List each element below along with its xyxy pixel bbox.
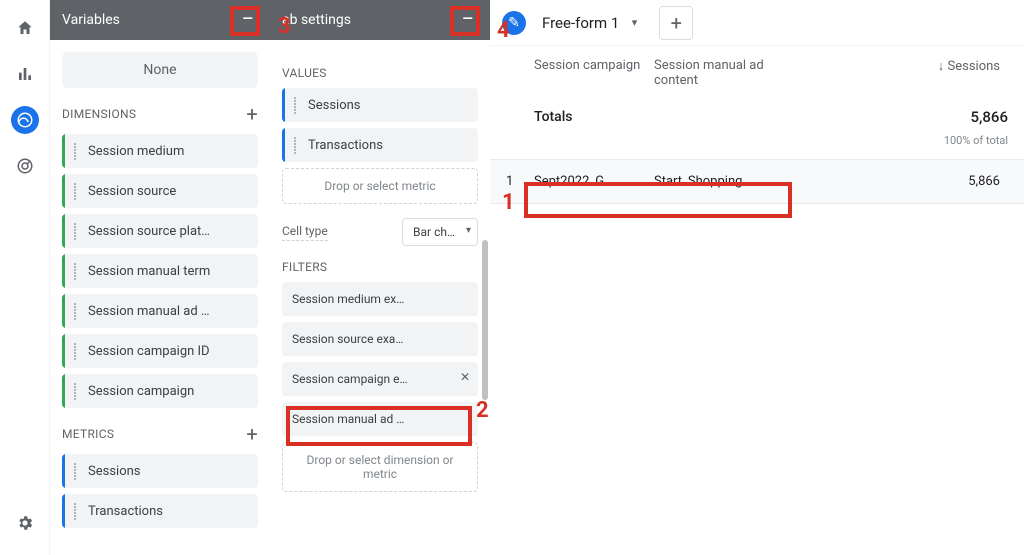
values-drop-zone[interactable]: Drop or select metric xyxy=(282,168,478,204)
column-session-manual-ad-content[interactable]: Session manual ad content xyxy=(654,58,804,88)
row-campaign: Sept2022_G… xyxy=(534,174,654,189)
add-tab-button[interactable]: + xyxy=(659,6,693,40)
dimension-chip[interactable]: Session manual ad … xyxy=(62,294,258,328)
filter-chip[interactable]: Session medium ex… xyxy=(282,282,478,316)
cell-type-label: Cell type xyxy=(282,224,328,241)
scrollbar[interactable] xyxy=(482,40,488,555)
home-icon[interactable] xyxy=(11,14,39,42)
dimension-chip[interactable]: Session campaign xyxy=(62,374,258,408)
report-area: ✎ Free-form 1 + Session campaign Session… xyxy=(490,0,1024,555)
add-metric-button[interactable]: + xyxy=(246,422,258,446)
metric-chip[interactable]: Sessions xyxy=(62,454,258,488)
collapse-variables-button[interactable]: − xyxy=(237,9,258,31)
value-chip[interactable]: Transactions xyxy=(282,128,478,162)
table-headers: Session campaign Session manual ad conte… xyxy=(490,46,1024,88)
collapse-tab-settings-button[interactable]: − xyxy=(457,9,478,31)
dimension-chip[interactable]: Session medium xyxy=(62,134,258,168)
filter-chip[interactable]: Session source exa… xyxy=(282,322,478,356)
dimension-chip[interactable]: Session source xyxy=(62,174,258,208)
filter-chip[interactable]: Session manual ad … xyxy=(282,402,478,436)
variables-title: Variables xyxy=(62,12,120,28)
advertising-icon[interactable] xyxy=(11,152,39,180)
segments-none[interactable]: None xyxy=(62,52,258,88)
row-sessions: 5,866 xyxy=(804,174,1008,189)
totals-sub: 100% of total xyxy=(490,134,1024,159)
dimensions-label: DIMENSIONS xyxy=(62,107,136,121)
table-row[interactable]: 1 Sept2022_G… Start_Shopping_… 5,866 xyxy=(490,159,1024,204)
metrics-label: METRICS xyxy=(62,427,114,441)
dimension-chip[interactable]: Session source plat… xyxy=(62,214,258,248)
tab-settings-panel: ab settings − VALUES Sessions Transactio… xyxy=(270,0,490,555)
filters-label: FILTERS xyxy=(282,260,327,274)
row-index: 1 xyxy=(506,174,534,189)
dimension-chip[interactable]: Session campaign ID xyxy=(62,334,258,368)
cell-type-select[interactable]: Bar ch… xyxy=(402,218,478,246)
filter-chip[interactable]: Session campaign e…✕ xyxy=(282,362,478,396)
tab-settings-header: ab settings − xyxy=(270,0,490,40)
explore-icon[interactable] xyxy=(11,106,39,134)
row-ad-content: Start_Shopping_… xyxy=(654,174,804,189)
dimension-chip[interactable]: Session manual term xyxy=(62,254,258,288)
value-chip[interactable]: Sessions xyxy=(282,88,478,122)
nav-rail xyxy=(0,0,50,555)
column-sessions[interactable]: Sessions xyxy=(804,58,1008,74)
metric-chip[interactable]: Transactions xyxy=(62,494,258,528)
totals-label: Totals xyxy=(506,109,573,125)
edit-tab-icon[interactable]: ✎ xyxy=(502,11,526,35)
tab-name[interactable]: Free-form 1 xyxy=(536,8,641,38)
column-session-campaign[interactable]: Session campaign xyxy=(534,58,654,73)
values-label: VALUES xyxy=(282,66,327,80)
remove-filter-icon[interactable]: ✕ xyxy=(460,370,470,384)
variables-header: Variables − xyxy=(50,0,270,40)
variables-panel: Variables − None DIMENSIONS + Session me… xyxy=(50,0,270,555)
reports-icon[interactable] xyxy=(11,60,39,88)
filters-drop-zone[interactable]: Drop or select dimension or metric xyxy=(282,442,478,492)
add-dimension-button[interactable]: + xyxy=(246,102,258,126)
tab-settings-title: ab settings xyxy=(282,12,351,28)
settings-icon[interactable] xyxy=(11,509,39,537)
totals-value: 5,866 xyxy=(573,108,1008,126)
